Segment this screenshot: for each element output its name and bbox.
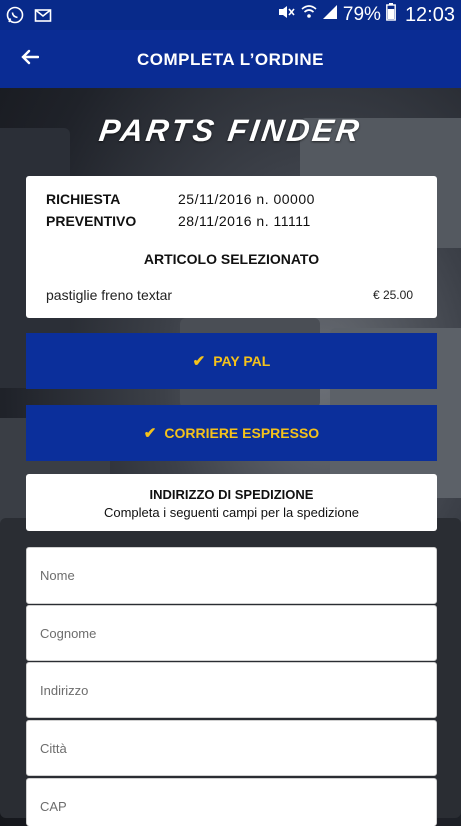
signal-icon xyxy=(322,4,338,26)
citta-field-container xyxy=(26,720,437,776)
nome-input[interactable] xyxy=(27,548,436,603)
status-bar: 79% 12:03 xyxy=(0,0,461,30)
shipping-address-subtitle: Completa i seguenti campi per la spedizi… xyxy=(103,505,360,520)
citta-input[interactable] xyxy=(27,721,436,775)
system-status: 79% 12:03 xyxy=(276,3,455,27)
brand-logo: PARTS FINDER xyxy=(97,113,365,148)
cap-input[interactable] xyxy=(27,779,436,826)
notification-icons xyxy=(4,4,54,26)
app-bar: COMPLETA L’ORDINE xyxy=(0,30,461,88)
checkmark-icon: ✔ xyxy=(192,353,206,370)
richiesta-value: 25/11/2016 n. 00000 xyxy=(178,191,315,207)
order-summary-card: RICHIESTA 25/11/2016 n. 00000 PREVENTIVO 2… xyxy=(26,176,437,318)
item-price: € 25.00 xyxy=(372,288,413,302)
paypal-button[interactable]: ✔ PAY PAL xyxy=(26,333,437,389)
cognome-input[interactable] xyxy=(27,606,436,660)
indirizzo-input[interactable] xyxy=(27,663,436,717)
express-courier-label: CORRIERE ESPRESSO xyxy=(164,425,320,441)
whatsapp-icon xyxy=(4,4,26,26)
battery-percent: 79% xyxy=(342,4,381,25)
shipping-address-header: INDIRIZZO DI SPEDIZIONE Completa i segue… xyxy=(26,474,437,531)
item-name: pastiglie freno textar xyxy=(46,287,173,303)
cap-field-container xyxy=(26,778,437,826)
mute-icon xyxy=(276,4,296,26)
paypal-label: PAY PAL xyxy=(213,353,271,369)
checkmark-icon: ✔ xyxy=(143,425,157,442)
preventivo-row: PREVENTIVO 28/11/2016 n. 11111 xyxy=(46,213,311,229)
indirizzo-field-container xyxy=(26,662,437,718)
clock: 12:03 xyxy=(404,3,455,26)
wifi-icon xyxy=(301,4,317,26)
page-title: COMPLETA L’ORDINE xyxy=(137,50,324,69)
cognome-field-container xyxy=(26,605,437,661)
battery-icon xyxy=(386,3,396,27)
shipping-address-title: INDIRIZZO DI SPEDIZIONE xyxy=(149,487,314,502)
preventivo-value: 28/11/2016 n. 11111 xyxy=(178,213,311,229)
express-courier-button[interactable]: ✔ CORRIERE ESPRESSO xyxy=(26,405,437,461)
richiesta-label: RICHIESTA xyxy=(46,191,121,207)
mail-icon xyxy=(32,4,54,26)
preventivo-label: PREVENTIVO xyxy=(46,213,137,229)
richiesta-row: RICHIESTA 25/11/2016 n. 00000 xyxy=(46,191,315,207)
nome-field-container xyxy=(26,547,437,604)
selected-item-title: ARTICOLO SELEZIONATO xyxy=(143,251,320,267)
